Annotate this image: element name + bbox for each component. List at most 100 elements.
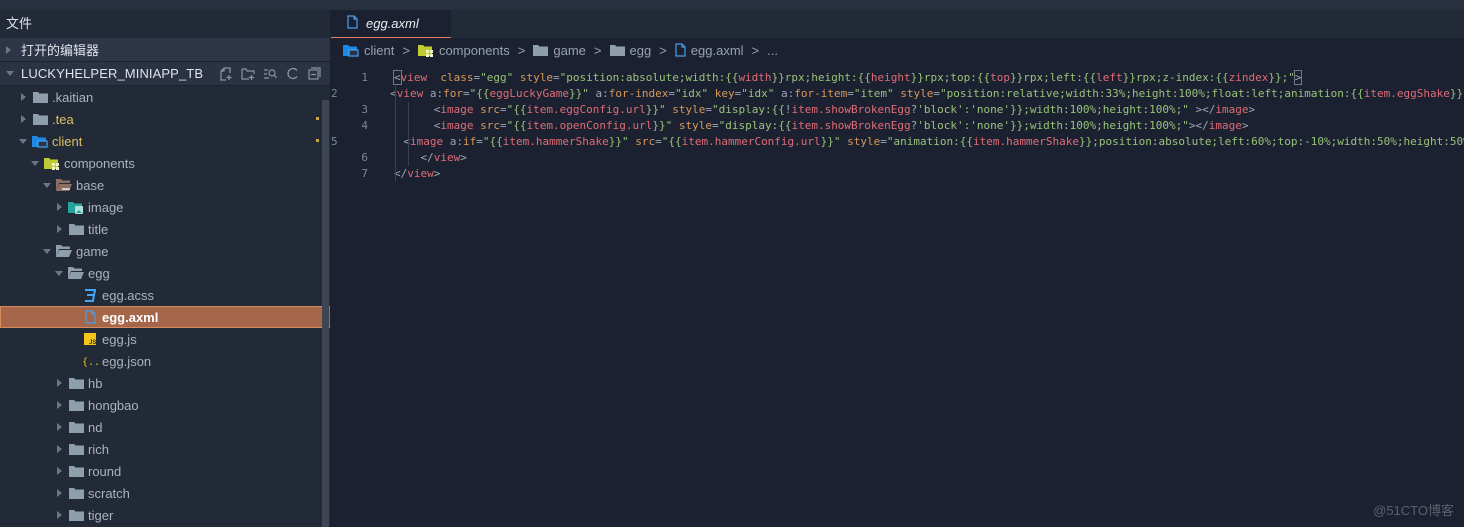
code-token: }};" xyxy=(1268,71,1295,84)
modified-indicator xyxy=(316,117,319,120)
xml-file-icon xyxy=(82,310,98,324)
tree-folder-item[interactable]: hb xyxy=(0,372,331,394)
breadcrumb-item[interactable]: game xyxy=(533,43,586,58)
breadcrumb-item[interactable]: egg xyxy=(609,43,651,58)
tree-folder-item[interactable]: base xyxy=(0,174,331,196)
code-token: item.openConfig.url xyxy=(526,119,653,132)
tree-folder-item[interactable]: game xyxy=(0,240,331,262)
code-token: zindex xyxy=(1228,71,1269,84)
breadcrumb-label: game xyxy=(553,42,586,58)
code-token: > xyxy=(1293,70,1303,85)
chevron-right-icon[interactable] xyxy=(54,423,64,431)
tree-file-item[interactable]: {..} egg.json xyxy=(0,350,331,372)
chevron-right-icon[interactable] xyxy=(54,467,64,475)
tab-label: egg.axml xyxy=(366,16,419,31)
folder-icon xyxy=(68,398,84,412)
code-line: 1 <view class="egg" style="position:absol… xyxy=(331,70,1464,86)
refresh-icon[interactable] xyxy=(285,67,299,81)
breadcrumb-item[interactable]: components xyxy=(417,43,510,58)
explorer-sidebar: 文件 打开的编辑器 LUCKYHELPER_MINIAPP_TB .kaitia… xyxy=(0,10,331,527)
code-token: key xyxy=(714,87,735,100)
tree-file-item[interactable]: egg.acss xyxy=(0,284,331,306)
code-token: top xyxy=(990,71,1011,84)
code-token: view xyxy=(400,71,428,84)
chevron-down-icon[interactable] xyxy=(54,270,64,276)
new-file-icon[interactable] xyxy=(219,66,233,81)
code-token: style xyxy=(847,135,881,148)
code-token: 'block':'none'}};width:100%;height:100%;… xyxy=(917,103,1189,116)
chevron-right-icon[interactable] xyxy=(54,445,64,453)
search-files-icon[interactable] xyxy=(263,67,277,81)
chevron-right-icon[interactable] xyxy=(54,225,64,233)
code-token: style xyxy=(678,119,712,132)
tree-folder-item[interactable]: hongbao xyxy=(0,394,331,416)
code-token: = xyxy=(847,87,854,100)
tree-folder-item[interactable]: scratch xyxy=(0,482,331,504)
code-token: item.hammerShake xyxy=(973,135,1079,148)
tree-item-label: hongbao xyxy=(88,397,139,413)
tree-folder-item[interactable]: nd xyxy=(0,416,331,438)
open-editors-section[interactable]: 打开的编辑器 xyxy=(0,38,331,62)
collapse-all-icon[interactable] xyxy=(307,67,321,81)
code-token: style xyxy=(672,103,706,116)
code-token: "idx" xyxy=(674,87,709,100)
chevron-right-icon[interactable] xyxy=(54,511,64,519)
tree-item-label: .kaitian xyxy=(52,89,94,105)
code-token: src xyxy=(635,135,656,148)
folder-icon xyxy=(68,486,84,500)
json-file-icon: {..} xyxy=(82,354,98,368)
code-token: style xyxy=(900,87,934,100)
code-token: "{{ xyxy=(506,119,527,132)
chevron-down-icon[interactable] xyxy=(30,160,40,166)
tree-item-label: scratch xyxy=(88,485,130,501)
breadcrumb-item[interactable]: client xyxy=(343,43,394,58)
code-editor[interactable]: 1 <view class="egg" style="position:absol… xyxy=(331,70,1464,182)
tree-folder-item[interactable]: egg xyxy=(0,262,331,284)
tab-egg-axml[interactable]: egg.axml xyxy=(331,10,451,38)
tree-folder-item[interactable]: round xyxy=(0,460,331,482)
tree-item-label: egg.acss xyxy=(102,287,155,303)
code-token: "{{ xyxy=(482,135,503,148)
code-token: }}" xyxy=(608,135,629,148)
tree-folder-item[interactable]: components xyxy=(0,152,331,174)
svg-text:{..}: {..} xyxy=(82,357,98,367)
tree-folder-item[interactable]: image xyxy=(0,196,331,218)
code-token: : xyxy=(456,135,463,148)
sidebar-scrollbar[interactable] xyxy=(322,100,329,527)
new-folder-icon[interactable] xyxy=(241,67,255,81)
tree-folder-item[interactable]: title xyxy=(0,218,331,240)
line-number: 6 xyxy=(361,151,368,164)
chevron-down-icon[interactable] xyxy=(18,138,28,144)
chevron-right-icon[interactable] xyxy=(54,401,64,409)
breadcrumb-item[interactable]: ... xyxy=(767,43,778,58)
chevron-right-icon[interactable] xyxy=(18,93,28,101)
chevron-right-icon[interactable] xyxy=(18,115,28,123)
code-token: item.showBrokenEgg xyxy=(791,103,911,116)
project-root-section[interactable]: LUCKYHELPER_MINIAPP_TB xyxy=(0,62,331,86)
tree-folder-item[interactable]: tiger xyxy=(0,504,331,526)
tree-folder-item[interactable]: rich xyxy=(0,438,331,460)
folder-icon xyxy=(68,464,84,478)
code-token: item.hammerConfig.url xyxy=(681,135,821,148)
code-token: item.showBrokenEgg xyxy=(791,119,911,132)
code-token: image xyxy=(440,119,474,132)
code-token: > xyxy=(460,151,467,164)
code-token: }}" xyxy=(820,135,841,148)
tree-file-item[interactable]: JS egg.js xyxy=(0,328,331,350)
code-token: left xyxy=(1096,71,1123,84)
code-line: 4 <image src="{{item.openConfig.url}}" s… xyxy=(331,118,1464,134)
tree-file-item[interactable]: egg.axml xyxy=(0,306,331,328)
folder-icon xyxy=(32,112,48,126)
chevron-down-icon[interactable] xyxy=(42,182,52,188)
chevron-right-icon[interactable] xyxy=(54,489,64,497)
chevron-right-icon[interactable] xyxy=(54,379,64,387)
breadcrumb-item[interactable]: egg.axml xyxy=(675,43,744,58)
js-file-icon: JS xyxy=(82,332,98,346)
chevron-right-icon[interactable] xyxy=(54,203,64,211)
tree-item-label: egg.axml xyxy=(102,309,159,325)
tree-folder-item[interactable]: .tea xyxy=(0,108,331,130)
chevron-down-icon[interactable] xyxy=(42,248,52,254)
tree-folder-item[interactable]: client xyxy=(0,130,331,152)
tree-folder-item[interactable]: .kaitian xyxy=(0,86,331,108)
